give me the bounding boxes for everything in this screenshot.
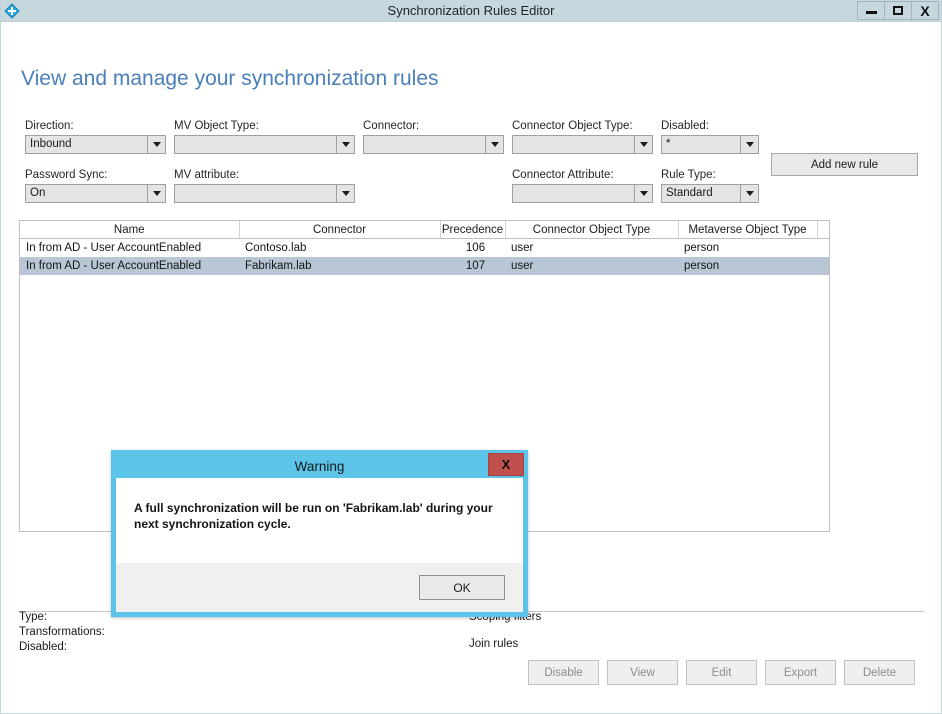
detail-label-type: Type: <box>19 611 48 623</box>
connector-attribute-select[interactable] <box>512 184 653 203</box>
direction-value: Inbound <box>30 138 72 150</box>
rule-type-value: Standard <box>666 187 713 199</box>
cell-metaverse-object-type: person <box>678 257 817 275</box>
disabled-select[interactable]: * <box>661 135 759 154</box>
chevron-down-icon <box>485 136 503 153</box>
cell-precedence: 107 <box>440 257 505 275</box>
close-icon: X <box>501 457 511 472</box>
export-button[interactable]: Export <box>765 660 836 685</box>
direction-select[interactable]: Inbound <box>25 135 166 154</box>
filter-password-sync: Password Sync: On <box>25 169 166 203</box>
maximize-icon <box>893 6 903 15</box>
sync-diamond-icon <box>1 0 23 22</box>
filter-mv-attribute: MV attribute: <box>174 169 355 203</box>
filter-connector-object-type: Connector Object Type: <box>512 120 653 154</box>
window-content: View and manage your synchronization rul… <box>1 22 941 712</box>
grid-header-row: Name Connector Precedence Connector Obje… <box>20 221 829 239</box>
chevron-down-icon <box>634 185 652 202</box>
chevron-down-icon <box>147 185 165 202</box>
chevron-down-icon <box>740 136 758 153</box>
dialog-titlebar: Warning X <box>116 453 524 478</box>
chevron-down-icon <box>634 136 652 153</box>
maximize-button[interactable] <box>884 1 912 20</box>
minimize-icon <box>865 11 877 14</box>
filter-disabled-label: Disabled: <box>661 120 709 132</box>
filter-direction-label: Direction: <box>25 120 74 132</box>
filter-connector-object-type-label: Connector Object Type: <box>512 120 633 132</box>
filter-mv-object-type: MV Object Type: <box>174 120 355 154</box>
dialog-title: Warning <box>294 459 345 474</box>
filter-connector-attribute: Connector Attribute: <box>512 169 653 203</box>
detail-link-join-rules[interactable]: Join rules <box>469 637 541 652</box>
filter-rule-type-label: Rule Type: <box>661 169 716 181</box>
dialog-body: A full synchronization will be run on 'F… <box>116 478 523 563</box>
filter-password-sync-label: Password Sync: <box>25 169 108 181</box>
table-row[interactable]: In from AD - User AccountEnabled Contoso… <box>20 239 829 258</box>
cell-connector-object-type: user <box>505 257 678 275</box>
delete-button[interactable]: Delete <box>844 660 915 685</box>
connector-select[interactable] <box>363 135 504 154</box>
connector-object-type-select[interactable] <box>512 135 653 154</box>
rule-type-select[interactable]: Standard <box>661 184 759 203</box>
cell-connector: Fabrikam.lab <box>239 257 440 275</box>
filter-disabled: Disabled: * <box>661 120 759 154</box>
dialog-footer: OK <box>116 563 523 612</box>
page-title: View and manage your synchronization rul… <box>21 67 439 90</box>
filter-mv-attribute-label: MV attribute: <box>174 169 240 181</box>
column-header-connector-object-type[interactable]: Connector Object Type <box>505 221 679 239</box>
column-header-connector[interactable]: Connector <box>239 221 441 239</box>
footer-button-bar: Disable View Edit Export Delete <box>528 660 915 685</box>
cell-name: In from AD - User AccountEnabled <box>26 242 202 254</box>
ok-button[interactable]: OK <box>419 575 505 600</box>
dialog-close-button[interactable]: X <box>488 453 524 476</box>
warning-dialog: Warning X A full synchronization will be… <box>111 450 528 617</box>
app-window: Synchronization Rules Editor X View and … <box>0 0 942 714</box>
column-header-precedence[interactable]: Precedence <box>440 221 506 239</box>
column-header-spacer <box>817 221 829 239</box>
chevron-down-icon <box>740 185 758 202</box>
minimize-button[interactable] <box>857 1 885 20</box>
chevron-down-icon <box>336 136 354 153</box>
close-button[interactable]: X <box>911 1 939 20</box>
window-controls: X <box>857 1 939 20</box>
window-title: Synchronization Rules Editor <box>387 2 555 18</box>
table-row[interactable]: In from AD - User AccountEnabled Fabrika… <box>20 257 829 275</box>
chevron-down-icon <box>336 185 354 202</box>
cell-connector: Contoso.lab <box>245 242 307 254</box>
chevron-down-icon <box>147 136 165 153</box>
detail-label-transformations: Transformations: <box>19 626 105 638</box>
dialog-message: A full synchronization will be run on 'F… <box>134 501 493 531</box>
filter-row-2: Password Sync: On MV attribute: Connecto… <box>25 169 923 218</box>
column-header-name[interactable]: Name <box>20 221 240 239</box>
cell-spacer <box>817 239 829 258</box>
filter-mv-object-type-label: MV Object Type: <box>174 120 259 132</box>
password-sync-value: On <box>30 187 46 199</box>
filter-connector: Connector: <box>363 120 504 154</box>
cell-precedence: 106 <box>465 242 486 254</box>
cell-metaverse-object-type: person <box>684 242 720 254</box>
filter-connector-label: Connector: <box>363 120 420 132</box>
edit-button[interactable]: Edit <box>686 660 757 685</box>
window-titlebar: Synchronization Rules Editor X <box>1 0 941 22</box>
close-icon: X <box>920 2 930 19</box>
cell-name: In from AD - User AccountEnabled <box>20 257 239 275</box>
view-button[interactable]: View <box>607 660 678 685</box>
password-sync-select[interactable]: On <box>25 184 166 203</box>
cell-connector-object-type: user <box>511 242 534 254</box>
filter-rule-type: Rule Type: Standard <box>661 169 759 203</box>
disable-button[interactable]: Disable <box>528 660 599 685</box>
mv-attribute-select[interactable] <box>174 184 355 203</box>
cell-spacer <box>817 257 829 275</box>
mv-object-type-select[interactable] <box>174 135 355 154</box>
detail-label-disabled: Disabled: <box>19 641 67 653</box>
column-header-metaverse-object-type[interactable]: Metaverse Object Type <box>678 221 818 239</box>
disabled-value: * <box>666 138 671 150</box>
filter-connector-attribute-label: Connector Attribute: <box>512 169 614 181</box>
add-new-rule-button[interactable]: Add new rule <box>771 153 918 176</box>
details-left-labels: Type: Transformations: Disabled: <box>19 610 105 655</box>
filter-direction: Direction: Inbound <box>25 120 166 154</box>
